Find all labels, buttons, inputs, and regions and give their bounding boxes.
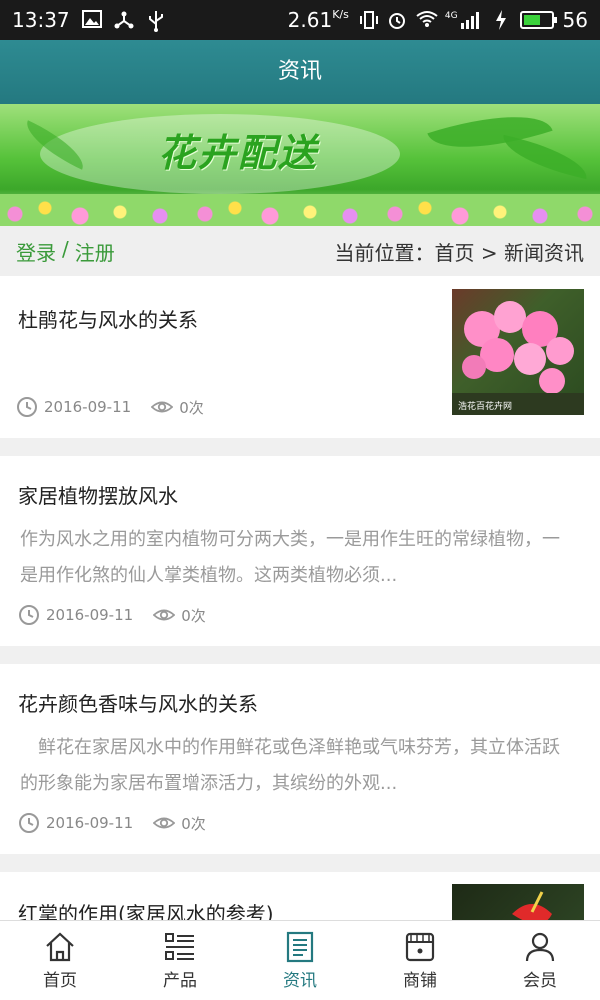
shop-icon: [405, 932, 435, 962]
article-item[interactable]: 红掌的作用(家居风水的参考): [0, 872, 600, 920]
tab-label: 产品: [163, 971, 197, 991]
article-summary: 鲜花在家居风水中的作用鲜花或色泽鲜艳或气味芬芳，其立体活跃的形象能为家居布置增添…: [20, 737, 560, 794]
home-icon: [46, 932, 74, 962]
banner-slogan: 花卉配送: [158, 130, 319, 175]
list-icon: [165, 933, 194, 960]
article-date: 2016-09-11: [46, 814, 134, 832]
eye-icon: [153, 609, 176, 621]
article-views: 0次: [181, 606, 206, 625]
signal-icon: 4G: [445, 11, 482, 29]
tab-products[interactable]: 产品: [120, 921, 240, 1000]
thumbnail-watermark: 浩花百花卉网: [458, 400, 512, 412]
login-link[interactable]: 登录: [16, 237, 56, 266]
page-title: 资讯: [0, 40, 600, 104]
bottom-nav: 首页 产品 资讯 商铺 会员: [0, 920, 600, 1000]
article-date: 2016-09-11: [44, 398, 132, 416]
tab-label: 首页: [43, 971, 77, 991]
article-item[interactable]: 花卉颜色香味与风水的关系 鲜花在家居风水中的作用鲜花或色泽鲜艳或气味芬芳，其立体…: [0, 664, 600, 854]
article-title[interactable]: 杜鹃花与风水的关系: [18, 304, 198, 333]
vibrate-icon: [358, 10, 378, 30]
register-link[interactable]: 注册: [75, 237, 115, 266]
clock-icon: [17, 397, 37, 417]
tab-news[interactable]: 资讯: [240, 921, 360, 1000]
tab-label: 商铺: [403, 971, 437, 991]
article-thumbnail[interactable]: [452, 884, 584, 920]
clock: 13:37: [12, 8, 70, 32]
banner[interactable]: 花卉配送: [0, 104, 600, 226]
article-title[interactable]: 红掌的作用(家居风水的参考): [18, 898, 274, 920]
battery-icon: [519, 11, 557, 29]
tab-shop[interactable]: 商铺: [360, 921, 480, 1000]
breadcrumb: 当前位置：首页 > 新闻资讯: [334, 240, 584, 265]
clock-icon: [19, 813, 39, 833]
battery-percent: 56: [562, 8, 588, 32]
article-views: 0次: [179, 398, 204, 417]
usb-share-icon: [114, 10, 134, 30]
usb-icon: [146, 10, 166, 32]
status-bar: 13:37 2.61K/s 4G 56: [0, 0, 600, 40]
article-title[interactable]: 花卉颜色香味与风水的关系: [18, 688, 258, 717]
tab-member[interactable]: 会员: [480, 921, 600, 1000]
news-icon: [286, 931, 314, 963]
user-icon: [525, 932, 555, 962]
article-views: 0次: [181, 814, 206, 833]
article-item[interactable]: 杜鹃花与风水的关系 浩花百花卉网 2016-09-11 0次: [0, 276, 600, 438]
tab-home[interactable]: 首页: [0, 921, 120, 1000]
auth-separator: /: [62, 236, 69, 261]
alarm-icon: [387, 10, 407, 30]
network-speed: 2.61K/s: [287, 8, 349, 32]
tab-label: 会员: [523, 971, 557, 991]
flower-decoration: [0, 194, 600, 226]
article-summary: 作为风水之用的室内植物可分两大类，一是用作生旺的常绿植物，一是用作化煞的仙人掌类…: [20, 529, 560, 586]
eye-icon: [153, 817, 176, 829]
article-item[interactable]: 家居植物摆放风水 作为风水之用的室内植物可分两大类，一是用作生旺的常绿植物，一是…: [0, 456, 600, 646]
clock-icon: [19, 605, 39, 625]
article-thumbnail[interactable]: 浩花百花卉网: [452, 289, 584, 415]
article-date: 2016-09-11: [46, 606, 134, 624]
wifi-icon: [416, 10, 438, 30]
image-icon: [81, 10, 102, 30]
eye-icon: [151, 401, 174, 413]
charging-icon: [491, 10, 511, 30]
breadcrumb-bar: 登录 / 注册 当前位置：首页 > 新闻资讯: [0, 226, 600, 276]
tab-label: 资讯: [283, 971, 317, 991]
article-title[interactable]: 家居植物摆放风水: [18, 480, 178, 509]
